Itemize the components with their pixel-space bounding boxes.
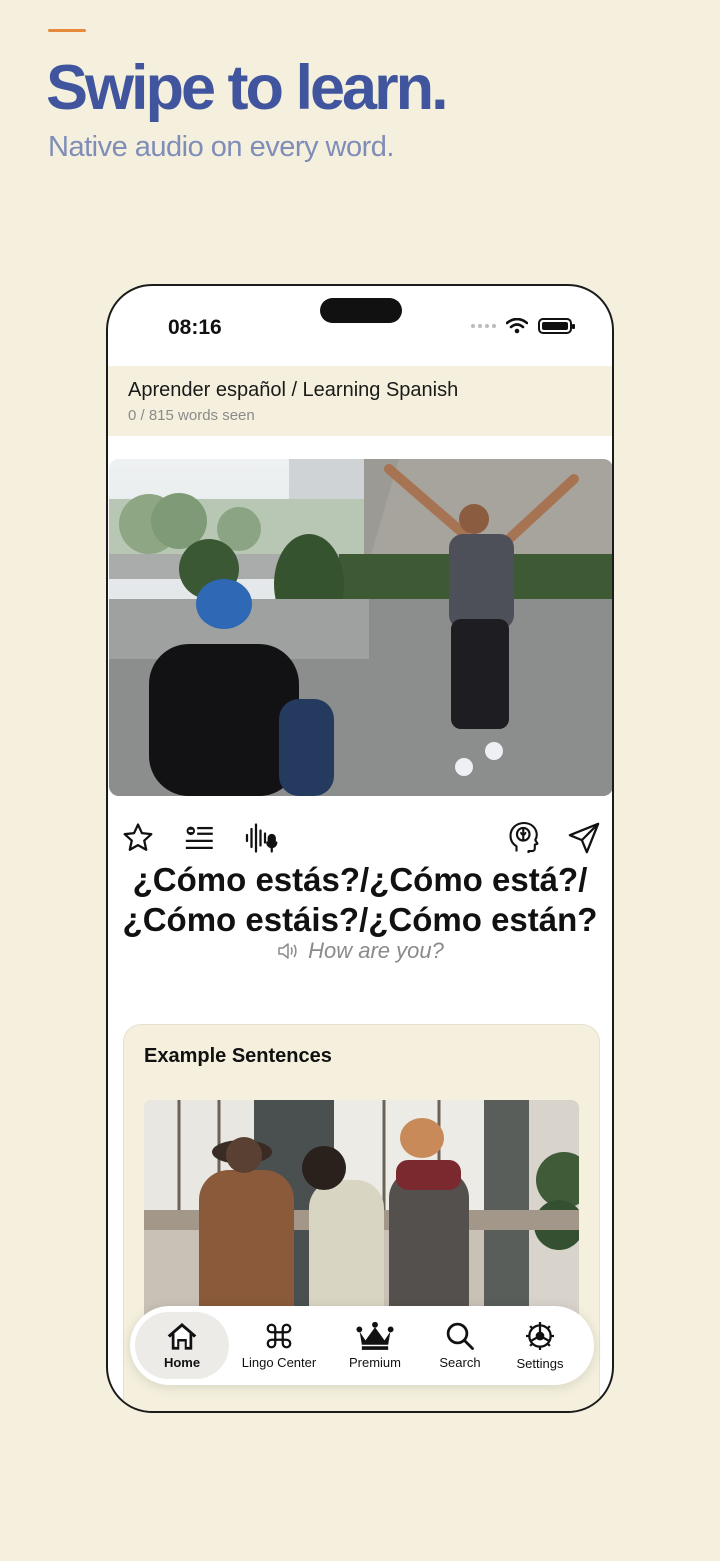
translation-row[interactable]: How are you? bbox=[108, 938, 612, 964]
translation-text: How are you? bbox=[308, 938, 444, 963]
tab-premium-label: Premium bbox=[348, 1355, 401, 1370]
promo-subheadline: Native audio on every word. bbox=[48, 131, 394, 163]
crown-icon bbox=[356, 1321, 394, 1350]
example-sentences-title: Example Sentences bbox=[144, 1045, 332, 1067]
promo-headline: Swipe to learn. bbox=[46, 53, 449, 123]
bottom-tab-bar: Home Lingo Center Premium Search Setting… bbox=[130, 1306, 594, 1385]
tab-home-label: Home bbox=[163, 1355, 201, 1370]
tab-search[interactable]: Search bbox=[425, 1312, 495, 1379]
tab-premium[interactable]: Premium bbox=[335, 1312, 415, 1379]
target-word: ¿Cómo estás?/¿Cómo está?/ ¿Cómo estáis?/… bbox=[108, 860, 612, 940]
tab-search-label: Search bbox=[439, 1355, 481, 1370]
status-indicators bbox=[471, 318, 575, 334]
speaker-icon[interactable] bbox=[276, 940, 300, 962]
card-action-row bbox=[108, 818, 612, 858]
accent-line bbox=[48, 29, 86, 32]
status-time: 08:16 bbox=[168, 316, 222, 339]
command-icon bbox=[266, 1323, 292, 1349]
deck-progress: 0 / 815 words seen bbox=[128, 407, 255, 424]
tab-lingo-center[interactable]: Lingo Center bbox=[234, 1312, 324, 1379]
wifi-icon bbox=[506, 318, 528, 334]
signal-icon bbox=[471, 324, 496, 328]
deck-header[interactable]: Aprender español / Learning Spanish 0 / … bbox=[108, 366, 612, 436]
tab-settings[interactable]: Settings bbox=[505, 1312, 575, 1379]
tab-settings-label: Settings bbox=[516, 1356, 564, 1371]
audio-waveform-icon[interactable] bbox=[242, 818, 282, 858]
tab-lingo-center-label: Lingo Center bbox=[241, 1355, 317, 1370]
search-icon bbox=[446, 1322, 474, 1350]
brain-icon[interactable] bbox=[504, 818, 544, 858]
target-word-line2: ¿Cómo estáis?/¿Cómo están? bbox=[122, 901, 598, 938]
word-photo bbox=[109, 459, 612, 796]
star-icon[interactable] bbox=[118, 818, 158, 858]
battery-icon bbox=[538, 318, 575, 334]
tab-home[interactable]: Home bbox=[135, 1312, 229, 1379]
target-word-line1: ¿Cómo estás?/¿Cómo está?/ bbox=[132, 861, 588, 898]
phone-frame: 08:16 Aprender español / Learning Spanis… bbox=[106, 284, 614, 1413]
dynamic-island bbox=[320, 298, 402, 323]
list-icon[interactable] bbox=[180, 818, 220, 858]
deck-title: Aprender español / Learning Spanish bbox=[128, 379, 459, 401]
gear-icon bbox=[526, 1322, 554, 1350]
home-icon bbox=[167, 1323, 197, 1350]
send-icon[interactable] bbox=[564, 818, 604, 858]
